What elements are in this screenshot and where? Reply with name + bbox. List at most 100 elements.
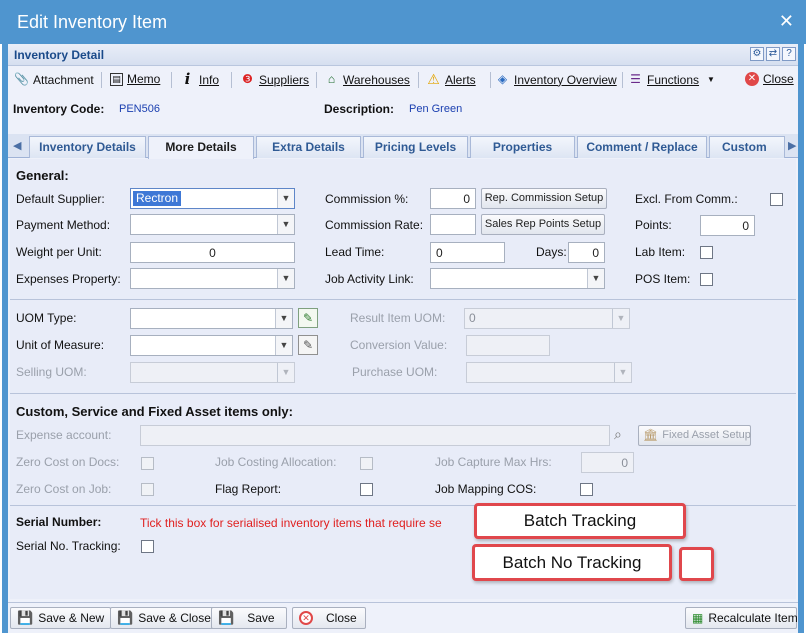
purchase-uom-select[interactable]: ▼ [466, 362, 632, 383]
tab-custom-fields[interactable]: Custom Fie [709, 136, 785, 158]
uom-type-select[interactable]: ▼ [130, 308, 293, 329]
lead-time-label: Lead Time: [325, 245, 385, 259]
close-circle-icon: ✕ [745, 72, 759, 86]
chevron-down-icon: ▼ [275, 336, 292, 355]
close-circle-icon: ✕ [299, 611, 313, 625]
refresh-icon[interactable]: ⇄ [766, 47, 780, 61]
excl-from-comm-checkbox[interactable] [770, 193, 783, 206]
custom-items-heading: Custom, Service and Fixed Asset items on… [16, 404, 293, 419]
tab-properties[interactable]: Properties [470, 136, 575, 158]
commission-rate-input[interactable] [430, 214, 476, 235]
tab-inventory-details[interactable]: Inventory Details [29, 136, 146, 158]
payment-method-label: Payment Method: [16, 218, 111, 232]
tag-icon: ◈ [497, 72, 508, 86]
divider [10, 299, 796, 300]
job-activity-link-select[interactable]: ▼ [430, 268, 605, 289]
chevron-down-icon: ▼ [277, 363, 294, 382]
recalculate-item-button[interactable]: ▦ Recalculate Item [685, 607, 798, 629]
tab-scroll-left-icon[interactable]: ◀ [13, 139, 21, 152]
tab-scroll-right-icon[interactable]: ▶ [788, 139, 796, 152]
chevron-down-icon: ▼ [707, 75, 715, 84]
settings-icon[interactable]: ⚙ [750, 47, 764, 61]
description-value: Pen Green [409, 103, 463, 115]
memo-button[interactable]: ▤ Memo [110, 72, 160, 86]
fixed-asset-setup-button[interactable]: 🏛 Fixed Asset Setup [638, 425, 751, 446]
serial-number-heading: Serial Number: [16, 515, 102, 529]
serial-no-tracking-checkbox[interactable] [141, 540, 154, 553]
commission-pct-label: Commission %: [325, 192, 409, 206]
days-input[interactable]: 0 [568, 242, 605, 263]
suppliers-button[interactable]: ❸ Suppliers [240, 72, 309, 87]
unit-of-measure-select[interactable]: ▼ [130, 335, 293, 356]
tab-pricing-levels[interactable]: Pricing Levels [363, 136, 468, 158]
tab-comment-replace[interactable]: Comment / Replace [577, 136, 707, 158]
tab-extra-details[interactable]: Extra Details [256, 136, 361, 158]
conversion-value-label: Conversion Value: [350, 338, 448, 352]
save-close-button[interactable]: 💾 Save & Close [110, 607, 218, 629]
save-button[interactable]: 💾 Save [211, 607, 287, 629]
flag-report-label: Flag Report: [215, 482, 282, 496]
help-icon[interactable]: ? [782, 47, 796, 61]
save-close-icon: 💾 [117, 610, 134, 625]
payment-method-select[interactable]: ▼ [130, 214, 295, 235]
weight-per-unit-input[interactable]: 0 [130, 242, 295, 263]
default-supplier-select[interactable]: Rectron ▼ [130, 188, 295, 209]
sales-rep-points-setup-button[interactable]: Sales Rep Points Setup [481, 214, 605, 235]
chevron-down-icon: ▼ [277, 215, 294, 234]
commission-rate-label: Commission Rate: [325, 218, 424, 232]
selling-uom-select[interactable]: ▼ [130, 362, 295, 383]
ruler-icon[interactable]: ✎ [298, 308, 318, 328]
serial-number-hint: Tick this box for serialised inventory i… [140, 516, 442, 530]
chevron-down-icon: ▼ [612, 309, 629, 328]
job-capture-max-hrs-label: Job Capture Max Hrs: [435, 455, 552, 469]
attachment-button[interactable]: 📎 Attachment [14, 72, 94, 87]
lead-time-input[interactable]: 0 [430, 242, 505, 263]
functions-button[interactable]: ☰ Functions ▼ [628, 72, 715, 87]
job-costing-allocation-checkbox[interactable] [360, 457, 373, 470]
warning-icon: ⚠ [427, 71, 440, 87]
zero-cost-docs-label: Zero Cost on Docs: [16, 455, 120, 469]
points-label: Points: [635, 218, 672, 232]
rep-commission-setup-button[interactable]: Rep. Commission Setup [481, 188, 607, 209]
serial-no-tracking-label: Serial No. Tracking: [16, 539, 121, 553]
title-bar: Edit Inventory Item ✕ [0, 0, 806, 44]
description-label: Description: [324, 102, 395, 116]
tab-strip: ◀ Inventory Details More Details Extra D… [8, 134, 798, 159]
weight-per-unit-label: Weight per Unit: [16, 245, 102, 259]
zero-cost-docs-checkbox[interactable] [141, 457, 154, 470]
lab-item-checkbox[interactable] [700, 246, 713, 259]
inventory-code-label: Inventory Code: [13, 102, 105, 116]
ruler-icon[interactable]: ✎ [298, 335, 318, 355]
lab-item-label: Lab Item: [635, 245, 686, 259]
search-icon[interactable]: ⌕ [614, 426, 622, 443]
flag-report-checkbox[interactable] [360, 483, 373, 496]
chevron-down-icon: ▼ [275, 309, 292, 328]
pos-item-checkbox[interactable] [700, 273, 713, 286]
uom-type-label: UOM Type: [16, 311, 77, 325]
result-item-uom-value: 0 [469, 311, 476, 325]
memo-icon: ▤ [110, 72, 123, 86]
zero-cost-job-checkbox[interactable] [141, 483, 154, 496]
chevron-down-icon: ▼ [614, 363, 631, 382]
job-mapping-cos-checkbox[interactable] [580, 483, 593, 496]
close-window-icon[interactable]: ✕ [779, 11, 794, 32]
save-icon: 💾 [218, 610, 235, 625]
warehouses-button[interactable]: ⌂ Warehouses [324, 72, 410, 87]
expense-account-input[interactable] [140, 425, 610, 446]
info-button[interactable]: i Info [180, 72, 219, 87]
job-activity-link-label: Job Activity Link: [325, 272, 414, 286]
tab-more-details[interactable]: More Details [148, 136, 254, 159]
alerts-button[interactable]: ⚠ Alerts [426, 71, 475, 87]
close-button[interactable]: ✕ Close [292, 607, 366, 629]
save-new-button[interactable]: 💾 Save & New [10, 607, 112, 629]
job-capture-max-hrs-input[interactable]: 0 [581, 452, 634, 473]
inventory-overview-button[interactable]: ◈ Inventory Overview [495, 72, 617, 87]
expenses-property-select[interactable]: ▼ [130, 268, 295, 289]
chevron-down-icon: ▼ [277, 189, 294, 208]
result-item-uom-select[interactable]: 0 ▼ [464, 308, 630, 329]
unit-of-measure-label: Unit of Measure: [16, 338, 105, 352]
commission-pct-input[interactable]: 0 [430, 188, 476, 209]
conversion-value-input[interactable] [466, 335, 550, 356]
close-toolbar-button[interactable]: ✕ Close [745, 72, 794, 86]
points-input[interactable]: 0 [700, 215, 755, 236]
